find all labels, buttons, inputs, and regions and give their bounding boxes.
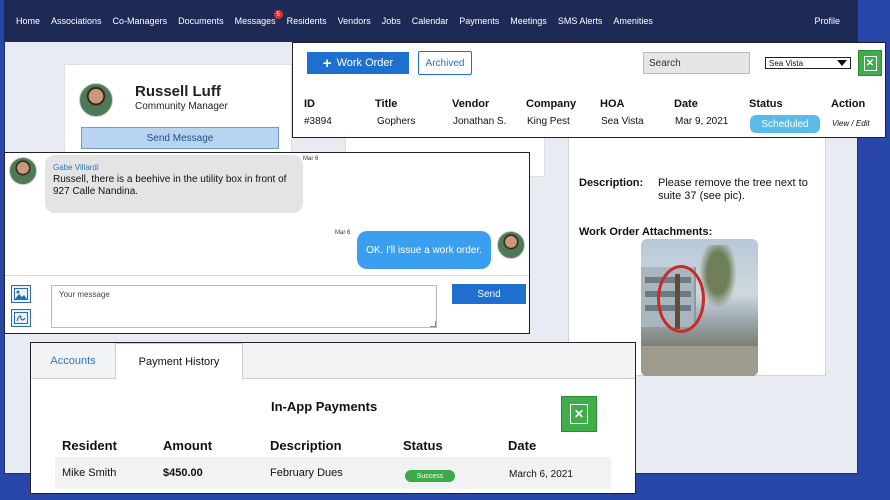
attachments-label: Work Order Attachments: [579, 226, 713, 238]
nav-documents[interactable]: Documents [178, 16, 224, 26]
attachment-photo[interactable] [641, 239, 758, 376]
work-order-detail-card: Description: Please remove the tree next… [568, 130, 826, 376]
column-header-company: Company [526, 98, 577, 110]
hoa-select[interactable]: Sea Vista [765, 57, 851, 69]
incoming-message-time: Mar 6 [303, 156, 319, 162]
search-input[interactable]: Search [643, 52, 750, 74]
resize-handle-icon[interactable] [430, 321, 436, 327]
nav-associations[interactable]: Associations [51, 16, 102, 26]
nav-residents[interactable]: Residents [287, 16, 327, 26]
cell-id: #3894 [304, 116, 332, 127]
column-header-date: Date [674, 98, 698, 110]
cell-hoa: Sea Vista [601, 116, 644, 127]
sender-avatar [9, 157, 37, 185]
incoming-message-bubble: Gabe Villardi Russell, there is a beehiv… [45, 155, 303, 213]
nav-home[interactable]: Home [16, 16, 40, 26]
nav-amenities[interactable]: Amenities [613, 16, 653, 26]
messages-badge: 5 [273, 10, 283, 19]
column-header-hoa: HOA [600, 98, 625, 110]
export-excel-button[interactable]: ✕ [858, 50, 882, 76]
incoming-message-text: Russell, there is a beehive in the utili… [53, 174, 287, 197]
payments-panel: Accounts Payment History In-App Payments… [30, 342, 636, 494]
description-label: Description: [579, 177, 644, 189]
nav-messages[interactable]: Messages 5 [234, 10, 283, 26]
plus-icon: + [322, 54, 332, 72]
archived-button[interactable]: Archived [418, 51, 472, 75]
nav-meetings[interactable]: Meetings [510, 16, 547, 26]
messages-panel: Gabe Villardi Russell, there is a beehiv… [4, 152, 530, 334]
cell-date: Mar 9, 2021 [675, 116, 729, 127]
profile-role: Community Manager [135, 101, 228, 112]
nav-jobs[interactable]: Jobs [382, 16, 401, 26]
column-header-description: Description [270, 438, 342, 453]
status-badge: Scheduled [750, 115, 820, 133]
send-message-button[interactable]: Send Message [81, 127, 279, 149]
attach-image-button[interactable] [11, 285, 31, 303]
photo-curb [641, 346, 758, 376]
nav-vendors[interactable]: Vendors [338, 16, 371, 26]
divider [5, 275, 529, 276]
message-input[interactable]: Your message [51, 285, 437, 328]
new-work-order-button[interactable]: + Work Order [307, 52, 409, 74]
nav-calendar[interactable]: Calendar [412, 16, 449, 26]
tab-payment-history[interactable]: Payment History [115, 343, 243, 380]
photo-annotation-circle [657, 265, 705, 333]
column-header-title: Title [375, 98, 398, 110]
excel-icon: ✕ [863, 55, 877, 71]
column-header-action: Action [831, 98, 866, 110]
top-navbar: Home Associations Co-Managers Documents … [4, 0, 858, 42]
nav-payments[interactable]: Payments [459, 16, 499, 26]
new-work-order-label: Work Order [336, 57, 394, 69]
outgoing-message-time: Mar 6 [335, 230, 351, 236]
cell-resident: Mike Smith [62, 467, 117, 479]
hoa-select-value: Sea Vista [769, 58, 804, 68]
profile-card: Russell Luff Community Manager Send Mess… [64, 64, 292, 164]
payments-title: In-App Payments [271, 399, 378, 414]
nav-co-managers[interactable]: Co-Managers [113, 16, 168, 26]
nav-messages-label: Messages [234, 16, 276, 26]
cell-amount: $450.00 [163, 467, 203, 479]
column-header-id: ID [304, 98, 315, 110]
cell-title: Gophers [377, 116, 416, 127]
attach-pdf-button[interactable] [11, 309, 31, 327]
column-header-amount: Amount [163, 438, 213, 453]
export-excel-button[interactable]: ✕ [561, 396, 597, 432]
cell-description: February Dues [270, 467, 343, 479]
cell-company: King Pest [527, 116, 570, 127]
image-icon [14, 288, 28, 300]
column-header-status: Status [403, 438, 443, 453]
tab-accounts[interactable]: Accounts [31, 343, 115, 379]
avatar [79, 83, 113, 117]
tab-bar: Accounts Payment History [31, 343, 635, 380]
excel-icon: ✕ [570, 404, 588, 424]
column-header-vendor: Vendor [452, 98, 490, 110]
nav-profile[interactable]: Profile [814, 16, 840, 26]
column-header-resident: Resident [62, 438, 117, 453]
cell-date: March 6, 2021 [509, 469, 573, 480]
nav-sms-alerts[interactable]: SMS Alerts [558, 16, 603, 26]
status-badge: Success [405, 470, 455, 482]
profile-name: Russell Luff [135, 83, 221, 100]
column-header-date: Date [508, 438, 537, 453]
user-avatar [497, 231, 525, 259]
send-button[interactable]: Send [452, 284, 526, 304]
column-header-status: Status [749, 98, 783, 110]
outgoing-message-bubble: OK. I'll issue a work order. [357, 231, 491, 269]
description-text: Please remove the tree next to suite 37 … [658, 177, 808, 202]
view-edit-link[interactable]: View / Edit [832, 119, 870, 128]
work-order-panel: + Work Order Archived Search Sea Vista ✕… [292, 42, 886, 138]
caret-down-icon [837, 60, 847, 66]
pdf-icon [14, 312, 28, 324]
message-sender: Gabe Villardi [53, 163, 99, 172]
cell-vendor: Jonathan S. [453, 116, 507, 127]
